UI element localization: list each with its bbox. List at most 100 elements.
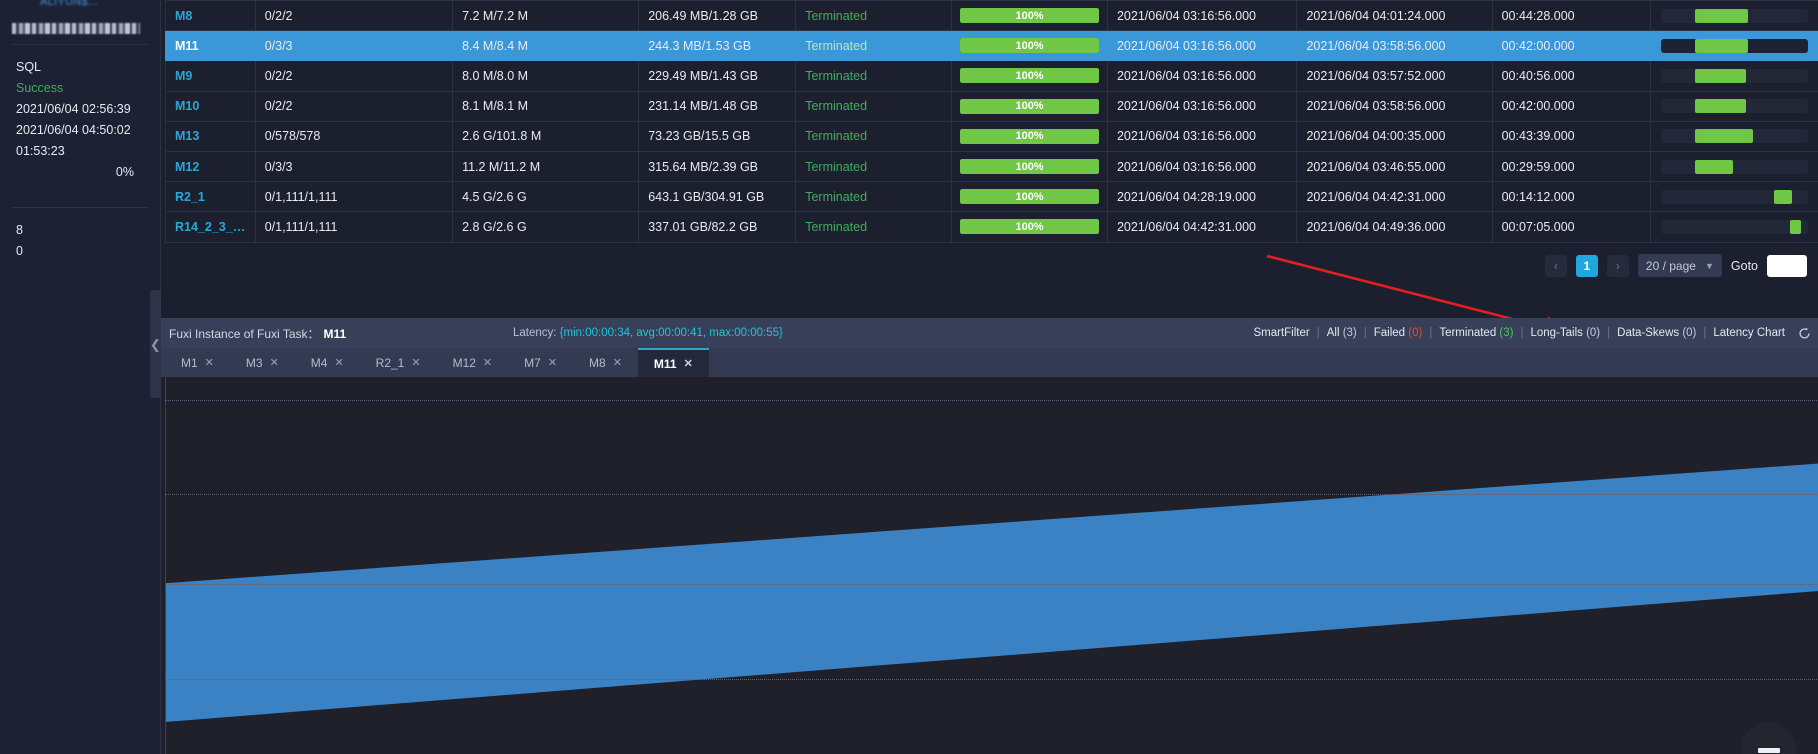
cell-progress: 100% <box>951 90 1108 122</box>
tab-r2_1[interactable]: R2_1 ✕ <box>360 348 437 377</box>
page-number-1[interactable]: 1 <box>1575 254 1598 277</box>
table-row[interactable]: M12 0/3/3 11.2 M/11.2 M 315.64 MB/2.39 GB Te… <box>165 150 1818 183</box>
progress-bar: 100% <box>960 38 1099 54</box>
timeline-bar <box>1660 159 1808 174</box>
tab-m8[interactable]: M8 ✕ <box>573 348 638 377</box>
timeline-bar-segment <box>1694 68 1747 83</box>
goto-page-input[interactable] <box>1767 254 1807 277</box>
cell-end-time: 2021/06/04 04:01:24.000 <box>1296 0 1493 32</box>
tab-close-icon[interactable]: ✕ <box>548 356 557 369</box>
tab-label: M1 <box>181 355 198 370</box>
table-row[interactable]: M11 0/3/3 8.4 M/8.4 M 244.3 MB/1.53 GB Termi… <box>165 30 1818 62</box>
job-duration-value: 01:53:23 <box>16 144 65 158</box>
cell-task-name[interactable]: M9 <box>165 60 256 92</box>
smart-filter-bar: SmartFilter | All (3) | Failed (0) | Terminat… <box>1246 327 1811 340</box>
progress-bar: 100% <box>960 8 1099 24</box>
cell-progress: 100% <box>951 60 1108 92</box>
panel-header: Fuxi Instance of Fuxi Task： M11 Latency: … <box>161 318 1818 348</box>
table-row[interactable]: M10 0/2/2 8.1 M/8.1 M 231.14 MB/1.48 GB Term… <box>165 90 1818 122</box>
cell-io-records: 2.6 G/101.8 M <box>452 120 640 152</box>
latency-chart[interactable] <box>165 377 1818 754</box>
cell-timeline <box>1649 120 1818 152</box>
tab-m12[interactable]: M12 ✕ <box>437 348 509 377</box>
cell-io-bytes: 73.23 GB/15.5 GB <box>638 120 797 152</box>
table-row[interactable]: M9 0/2/2 8.0 M/8.0 M 229.49 MB/1.43 GB Termi… <box>165 60 1818 92</box>
latency-chart-panel[interactable] <box>161 377 1818 754</box>
refresh-icon[interactable] <box>1798 327 1811 340</box>
job-type-value: SQL <box>16 60 42 74</box>
progress-bar: 100% <box>960 98 1099 114</box>
page-size-label: 20 / page <box>1645 258 1696 273</box>
cell-task-name[interactable]: M10 <box>165 90 256 122</box>
tab-label: M7 <box>524 355 541 370</box>
tab-close-icon[interactable]: ✕ <box>613 356 622 369</box>
table-body: M8 0/2/2 7.2 M/7.2 M 206.49 MB/1.28 GB Termi… <box>165 0 1818 243</box>
cell-end-time: 2021/06/04 04:42:31.000 <box>1296 181 1493 213</box>
job-end-time-value: 2021/06/04 04:50:02 <box>16 123 131 137</box>
cell-task-name[interactable]: M12 <box>165 150 256 183</box>
sidebar-counters: 8 0 <box>0 208 160 274</box>
table-row[interactable]: R2_1 0/1,111/1,111 4.5 G/2.6 G 643.1 GB/304… <box>165 181 1818 213</box>
chart-gridline-2 <box>165 584 1818 586</box>
cell-progress: 100% <box>951 211 1108 243</box>
smartfilter-label[interactable]: SmartFilter <box>1246 327 1316 339</box>
cell-end-time: 2021/06/04 03:58:56.000 <box>1296 90 1493 122</box>
tab-m4[interactable]: M4 ✕ <box>295 348 360 377</box>
cell-task-name[interactable]: M13 <box>165 120 256 152</box>
tab-label: M12 <box>452 355 476 370</box>
tab-close-icon[interactable]: ✕ <box>483 356 492 369</box>
tab-close-icon[interactable]: ✕ <box>205 356 214 369</box>
cell-instances: 0/578/578 <box>254 120 454 152</box>
cell-task-name[interactable]: M8 <box>165 0 256 32</box>
tab-close-icon[interactable]: ✕ <box>270 356 279 369</box>
cell-progress: 100% <box>951 120 1108 152</box>
tab-close-icon[interactable]: ✕ <box>334 356 343 369</box>
prev-page-button[interactable]: ‹ <box>1544 254 1567 277</box>
table-row[interactable]: M13 0/578/578 2.6 G/101.8 M 73.23 GB/15.5 G… <box>165 120 1818 152</box>
timeline-bar-segment <box>1790 219 1801 234</box>
tab-m11[interactable]: M11 ✕ <box>637 348 709 377</box>
cell-latency: 00:43:39.000 <box>1491 120 1651 152</box>
filter-items: | All (3) | Failed (0) | Terminated (3) | Long-… <box>1317 327 1792 339</box>
chart-gridline-1 <box>165 493 1818 495</box>
filter-count: (0) <box>1405 327 1423 339</box>
filter-label: Latency Chart <box>1713 327 1785 339</box>
cell-status: Terminated <box>795 30 953 62</box>
cell-progress: 100% <box>951 30 1108 62</box>
next-page-button[interactable]: › <box>1606 254 1629 277</box>
tab-m3[interactable]: M3 ✕ <box>230 348 295 377</box>
page-size-select[interactable]: 20 / page ▼ <box>1637 254 1722 277</box>
cell-task-name[interactable]: M11 <box>165 30 256 62</box>
sidebar-job-info: SQL Success 2021/06/04 02:56:39 2021/06/… <box>0 45 160 197</box>
filter-all[interactable]: All (3) <box>1320 327 1364 339</box>
tab-m1[interactable]: M1 ✕ <box>165 348 230 377</box>
filter-latency-chart[interactable]: Latency Chart <box>1706 327 1792 339</box>
cell-task-name[interactable]: R14_2_3_4_... <box>165 211 256 243</box>
cell-io-records: 4.5 G/2.6 G <box>452 181 640 213</box>
cell-task-name[interactable]: R2_1 <box>165 181 256 213</box>
timeline-bar <box>1660 219 1808 234</box>
pagination: ‹ 1 › 20 / page ▼ Goto <box>1544 254 1807 277</box>
filter-long-tails[interactable]: Long-Tails (0) <box>1523 327 1607 339</box>
cell-status: Terminated <box>795 60 953 92</box>
filter-label: Failed <box>1373 327 1406 339</box>
tab-close-icon[interactable]: ✕ <box>684 357 693 370</box>
redacted-text-block <box>12 23 140 34</box>
cell-timeline <box>1649 30 1818 62</box>
table-row[interactable]: M8 0/2/2 7.2 M/7.2 M 206.49 MB/1.28 GB Termi… <box>165 0 1818 32</box>
chart-y-axis <box>165 377 166 754</box>
cell-io-bytes: 315.64 MB/2.39 GB <box>638 150 797 183</box>
tab-close-icon[interactable]: ✕ <box>411 356 420 369</box>
cell-timeline <box>1649 181 1818 213</box>
cell-status: Terminated <box>795 211 953 243</box>
tab-m7[interactable]: M7 ✕ <box>508 348 573 377</box>
filter-data-skews[interactable]: Data-Skews (0) <box>1610 327 1703 339</box>
cell-end-time: 2021/06/04 04:49:36.000 <box>1296 211 1493 243</box>
filter-failed[interactable]: Failed (0) <box>1367 327 1430 339</box>
cell-start-time: 2021/06/04 03:16:56.000 <box>1106 30 1298 62</box>
table-row[interactable]: R14_2_3_4_... 0/1,111/1,111 2.8 G/2.6 G 337… <box>165 211 1818 243</box>
cell-io-bytes: 337.01 GB/82.2 GB <box>638 211 797 243</box>
sidebar-collapse-handle[interactable]: ❮ <box>150 290 161 398</box>
filter-terminated[interactable]: Terminated (3) <box>1432 327 1520 339</box>
progress-bar-label: 100% <box>1015 160 1044 173</box>
